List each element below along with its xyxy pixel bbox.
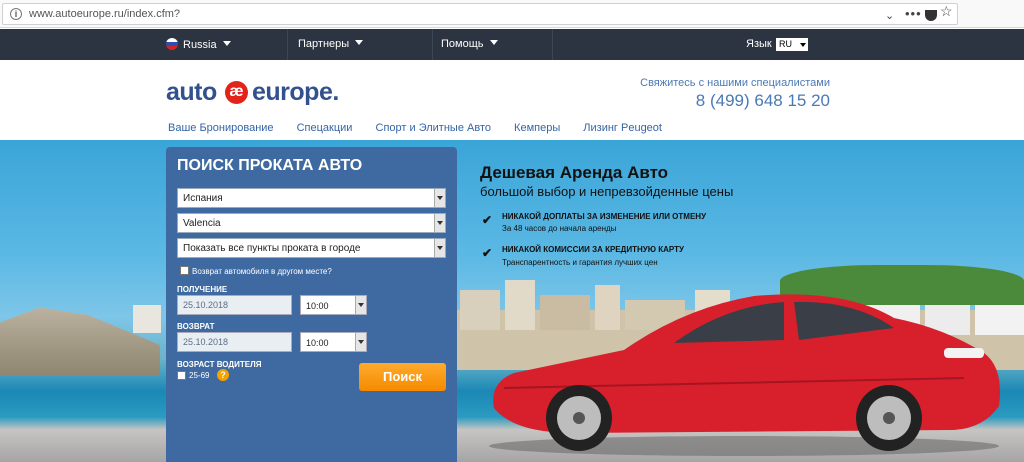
checkmark-icon: ✔ xyxy=(482,246,493,260)
location-select[interactable]: Показать все пункты проката в городе xyxy=(177,238,446,258)
logo-mark-icon[interactable]: æ xyxy=(225,81,248,104)
search-panel: ПОИСК ПРОКАТА АВТО Испания Valencia Пока… xyxy=(166,147,457,462)
subnav-campers[interactable]: Кемперы xyxy=(514,122,560,134)
language-select[interactable]: RU xyxy=(776,38,808,51)
subnav-bookings[interactable]: Ваше Бронирование xyxy=(168,122,274,134)
promo-title: Дешевая Аренда Авто xyxy=(480,163,669,182)
partners-dropdown[interactable]: Партнеры xyxy=(298,38,364,50)
language-label: Язык xyxy=(746,38,772,50)
pickup-time-value: 10:00 xyxy=(306,301,329,311)
phone-number[interactable]: 8 (499) 648 15 20 xyxy=(696,91,830,111)
partners-label: Партнеры xyxy=(298,38,350,50)
divider xyxy=(552,29,553,60)
city-select-value: Valencia xyxy=(183,218,221,229)
location-select-value: Показать все пункты проката в городе xyxy=(183,243,361,254)
feature-title: НИКАКОЙ КОМИССИИ ЗА КРЕДИТНУЮ КАРТУ xyxy=(502,245,684,254)
top-navigation: Russia Партнеры Помощь Язык RU xyxy=(0,29,1024,60)
contact-label: Свяжитесь с нашими специалистами xyxy=(640,77,830,89)
pocket-icon[interactable] xyxy=(925,10,937,21)
driver-age-checkbox[interactable] xyxy=(177,371,186,380)
feature-subtitle: Транспарентность и гарантия лучших цен xyxy=(502,258,658,267)
russia-flag-icon xyxy=(166,38,178,50)
address-bar[interactable]: i www.autoeurope.ru/index.cfm? ⌄ ••• xyxy=(2,3,958,25)
red-car-image xyxy=(489,294,1000,456)
subnav-peugeot-leasing[interactable]: Лизинг Peugeot xyxy=(583,122,662,134)
help-label: Помощь xyxy=(441,38,484,50)
checkmark-icon: ✔ xyxy=(482,213,493,227)
pickup-time-select[interactable]: 10:00 xyxy=(300,295,367,315)
info-icon[interactable]: i xyxy=(10,8,22,20)
help-icon[interactable]: ? xyxy=(217,369,229,381)
feature-title: НИКАКОЙ ДОПЛАТЫ ЗА ИЗМЕНЕНИЕ ИЛИ ОТМЕНУ xyxy=(502,212,707,221)
driver-age-value[interactable]: 25-69 xyxy=(189,371,209,380)
return-date-value: 25.10.2018 xyxy=(183,337,229,347)
divider xyxy=(287,29,288,60)
return-date-input[interactable]: 25.10.2018 xyxy=(177,332,292,352)
building-image xyxy=(133,305,161,333)
search-button[interactable]: Поиск xyxy=(359,363,446,391)
city-select[interactable]: Valencia xyxy=(177,213,446,233)
country-label: Russia xyxy=(183,39,217,51)
pickup-label: ПОЛУЧЕНИЕ xyxy=(177,285,228,294)
page-actions-icon[interactable]: ••• xyxy=(905,6,922,21)
search-panel-title: ПОИСК ПРОКАТА АВТО xyxy=(177,157,363,174)
pickup-date-value: 25.10.2018 xyxy=(183,300,229,310)
return-time-value: 10:00 xyxy=(306,338,329,348)
chevron-down-icon xyxy=(434,189,445,207)
site-header: auto æ europe. Свяжитесь с нашими специа… xyxy=(0,60,1024,140)
logo-auto[interactable]: auto xyxy=(166,78,217,107)
sub-navigation: Ваше Бронирование Спецакции Спорт и Элит… xyxy=(168,122,682,134)
country-select-value: Испания xyxy=(183,193,223,204)
country-dropdown[interactable]: Russia xyxy=(166,38,231,51)
pickup-date-input[interactable]: 25.10.2018 xyxy=(177,295,292,315)
subnav-sport-luxury[interactable]: Спорт и Элитные Авто xyxy=(376,122,491,134)
caret-down-icon xyxy=(355,40,364,45)
browser-toolbar: i www.autoeurope.ru/index.cfm? ⌄ ••• ☆ xyxy=(0,0,1024,28)
chevron-down-icon xyxy=(434,214,445,232)
return-label: ВОЗВРАТ xyxy=(177,322,215,331)
country-select[interactable]: Испания xyxy=(177,188,446,208)
chevron-down-icon xyxy=(434,239,445,257)
feature-subtitle: За 48 часов до начала аренды xyxy=(502,224,617,233)
bookmark-star-icon[interactable]: ☆ xyxy=(940,3,953,20)
chevron-down-icon xyxy=(355,296,366,314)
chevron-down-icon[interactable]: ⌄ xyxy=(885,9,894,22)
url-text[interactable]: www.autoeurope.ru/index.cfm? xyxy=(29,8,180,20)
chevron-down-icon xyxy=(355,333,366,351)
return-other-checkbox[interactable] xyxy=(180,266,189,275)
language-value: RU xyxy=(779,39,792,49)
driver-age-label: ВОЗРАСТ ВОДИТЕЛЯ xyxy=(177,360,262,369)
caret-down-icon xyxy=(489,40,498,45)
subnav-specials[interactable]: Спецакции xyxy=(297,122,353,134)
divider xyxy=(432,29,433,60)
help-dropdown[interactable]: Помощь xyxy=(441,38,498,50)
return-time-select[interactable]: 10:00 xyxy=(300,332,367,352)
promo-subtitle: большой выбор и непревзойденные цены xyxy=(480,184,734,199)
return-other-label[interactable]: Возврат автомобиля в другом месте? xyxy=(192,267,332,276)
caret-down-icon xyxy=(800,43,806,47)
logo-europe[interactable]: europe. xyxy=(252,78,339,107)
caret-down-icon xyxy=(222,41,231,46)
